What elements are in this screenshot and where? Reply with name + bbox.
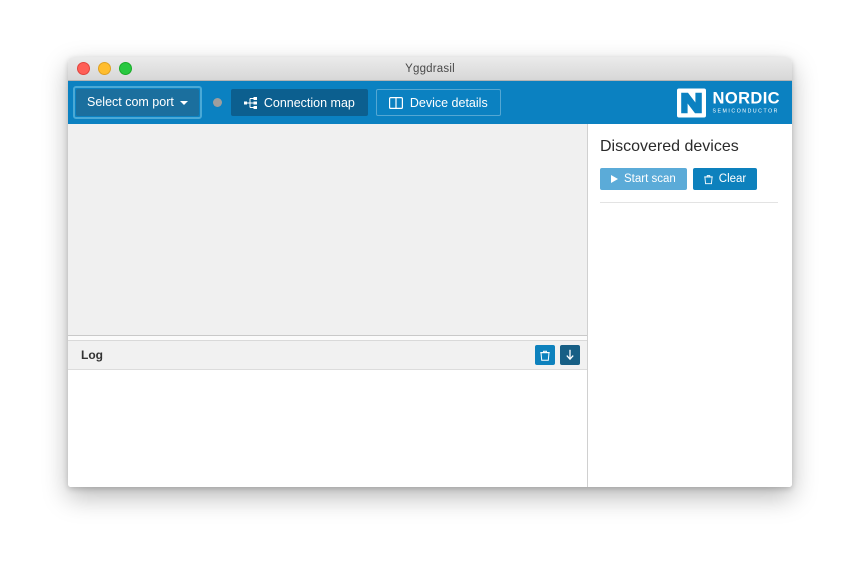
window-body: Log Discovered devices Start scan Clear: [68, 124, 792, 487]
sitemap-icon: [243, 96, 257, 109]
discovered-devices-panel: Discovered devices Start scan Clear: [588, 124, 792, 487]
nordic-logo-subtitle: SEMICONDUCTOR: [712, 108, 779, 115]
start-scan-button[interactable]: Start scan: [600, 168, 687, 190]
arrow-down-icon: [565, 349, 575, 361]
scroll-log-to-bottom-button[interactable]: [560, 345, 580, 365]
tab-device-details-label: Device details: [409, 95, 488, 110]
window-title: Yggdrasil: [405, 62, 455, 75]
maximize-window-button[interactable]: [119, 62, 132, 75]
discovered-devices-actions: Start scan Clear: [600, 168, 778, 203]
trash-icon: [540, 350, 550, 361]
traffic-light-group: [77, 57, 132, 80]
log-panel-title: Log: [81, 348, 103, 362]
trash-icon: [704, 174, 713, 185]
clear-devices-label: Clear: [718, 173, 747, 185]
select-com-port-button[interactable]: Select com port: [76, 89, 199, 116]
nordic-logo-name: NORDIC: [712, 89, 780, 108]
columns-icon: [388, 96, 403, 109]
start-scan-label: Start scan: [624, 173, 676, 185]
nordic-logo-mark-icon: [676, 88, 706, 117]
select-com-port-label: Select com port: [87, 95, 174, 109]
connection-status-indicator: [212, 98, 222, 107]
tab-connection-map-label: Connection map: [263, 95, 355, 110]
chevron-down-icon: [179, 101, 188, 105]
left-column: Log: [68, 124, 588, 487]
nordic-semiconductor-logo: NORDIC SEMICONDUCTOR: [676, 88, 780, 117]
tab-connection-map[interactable]: Connection map: [230, 89, 368, 116]
main-toolbar: Select com port Connection map Device de…: [68, 81, 792, 124]
window-titlebar: Yggdrasil: [68, 57, 792, 81]
clear-log-button[interactable]: [535, 345, 555, 365]
clear-devices-button[interactable]: Clear: [692, 168, 758, 190]
nordic-logo-wordmark: NORDIC SEMICONDUCTOR: [713, 90, 780, 115]
minimize-window-button[interactable]: [98, 62, 111, 75]
discovered-devices-heading: Discovered devices: [600, 138, 739, 155]
close-window-button[interactable]: [77, 62, 90, 75]
play-icon: [611, 175, 618, 183]
connection-map-canvas[interactable]: [68, 124, 587, 336]
tab-device-details[interactable]: Device details: [375, 89, 501, 116]
log-output-area[interactable]: [68, 370, 587, 487]
com-port-selector-focus-ring: Select com port: [73, 86, 202, 119]
application-window: Yggdrasil Select com port Connection map: [68, 57, 792, 487]
log-panel-header: Log: [68, 341, 587, 370]
